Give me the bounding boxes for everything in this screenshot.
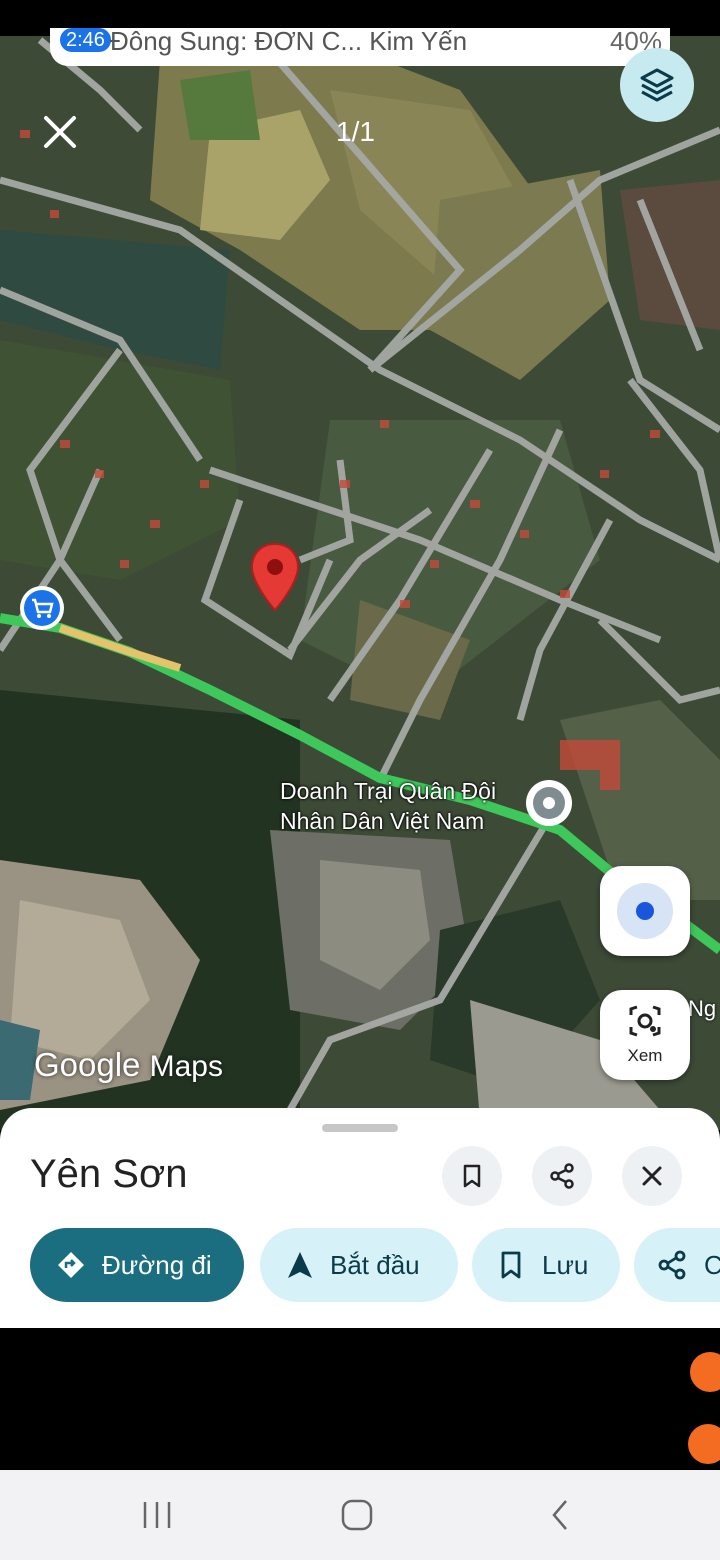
lens-label: Xem: [627, 1046, 663, 1065]
close-button[interactable]: [622, 1146, 682, 1206]
camera-lens-icon: [629, 1005, 661, 1037]
watermark-google: Google: [34, 1046, 141, 1083]
poi-marker-icon: [533, 787, 565, 819]
drag-handle[interactable]: [322, 1124, 398, 1132]
navigation-arrow-icon: [288, 1252, 312, 1278]
share-button[interactable]: [532, 1146, 592, 1206]
share-icon: [550, 1163, 574, 1189]
bookmark-icon: [501, 1251, 521, 1279]
watermark-maps: Maps: [149, 1050, 223, 1083]
share-icon: [658, 1250, 686, 1280]
military-base-poi[interactable]: [526, 780, 572, 826]
place-title: Yên Sơn: [30, 1152, 188, 1196]
directions-icon: [58, 1252, 84, 1278]
location-pin-icon[interactable]: [250, 542, 300, 617]
my-location-button[interactable]: [600, 866, 690, 956]
satellite-map[interactable]: [0, 0, 720, 1130]
banner-text: Đông Sung: ĐƠN C... Kim Yến: [110, 28, 468, 56]
save-chip[interactable]: Lưu: [472, 1228, 620, 1302]
close-icon: [642, 1166, 662, 1186]
directions-button[interactable]: Đường đi: [30, 1228, 244, 1302]
home-icon[interactable]: [340, 1498, 374, 1532]
place-sheet[interactable]: Yên Sơn Đường đi Bắt đầu Lưu C: [0, 1108, 720, 1328]
shopping-cart-poi[interactable]: [20, 586, 64, 630]
directions-label: Đường đi: [102, 1250, 212, 1280]
satellite-imagery: [0, 0, 720, 1130]
bookmark-icon: [463, 1164, 481, 1188]
lens-button[interactable]: Xem: [600, 990, 690, 1080]
back-icon[interactable]: [544, 1498, 578, 1532]
poi-label-line2: Nhân Dân Việt Nam: [280, 808, 485, 834]
floating-bubble-icon[interactable]: [690, 1352, 720, 1392]
layers-icon: [640, 68, 674, 102]
share-chip[interactable]: C: [634, 1228, 720, 1302]
save-label: Lưu: [542, 1250, 589, 1280]
black-area: [0, 1328, 720, 1468]
recent-apps-icon[interactable]: [140, 1498, 174, 1532]
poi-label-line1: Doanh Trại Quân Đội: [280, 778, 497, 804]
road-label: Ng: [688, 996, 717, 1021]
poi-label: Doanh Trại Quân Đội Nhân Dân Việt Nam: [280, 776, 496, 836]
start-button[interactable]: Bắt đầu: [260, 1228, 458, 1302]
image-counter: 1/1: [336, 116, 375, 147]
share-label: C: [704, 1250, 720, 1280]
google-maps-watermark: Google Maps: [34, 1046, 223, 1084]
layers-button[interactable]: [620, 48, 694, 122]
system-nav-bar: [0, 1470, 720, 1560]
start-label: Bắt đầu: [330, 1250, 420, 1280]
floating-bubble-icon[interactable]: [688, 1424, 720, 1464]
time-badge: 2:46: [60, 28, 111, 52]
save-button[interactable]: [442, 1146, 502, 1206]
close-icon[interactable]: [40, 112, 80, 152]
shopping-cart-icon: [24, 590, 60, 626]
notification-banner[interactable]: 2:46 Đông Sung: ĐƠN C... Kim Yến 40%: [50, 28, 670, 66]
